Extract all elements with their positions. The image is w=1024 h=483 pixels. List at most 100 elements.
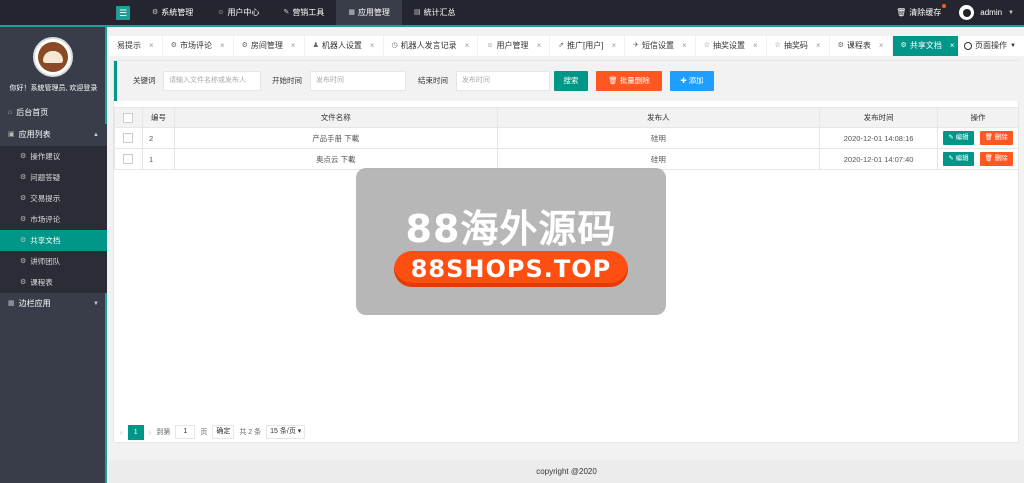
pencil-icon: ✎: [948, 155, 956, 162]
page-operations-menu[interactable]: 页面操作 ▼: [958, 36, 1016, 56]
sidebar-item-app-list[interactable]: ▣ 应用列表 ▲: [0, 124, 107, 146]
row-checkbox[interactable]: [123, 133, 134, 143]
start-time-input[interactable]: 发布时间: [310, 71, 406, 91]
nav-apps[interactable]: ▦ 应用管理: [336, 0, 402, 25]
tab-lottery-codes[interactable]: ☆ 抽奖码 ×: [767, 36, 830, 56]
close-icon[interactable]: ×: [950, 36, 955, 56]
current-page[interactable]: 1: [127, 424, 144, 440]
tab-rooms[interactable]: ⚙ 房间管理 ×: [234, 36, 305, 56]
close-icon[interactable]: ×: [536, 36, 541, 56]
tab-robot-settings[interactable]: ♟ 机器人设置 ×: [305, 36, 384, 56]
add-button[interactable]: ✚ 添加: [670, 71, 714, 91]
plus-icon: ✚: [680, 76, 689, 85]
trash-icon: 🗑: [896, 8, 907, 17]
clear-cache-button[interactable]: 🗑 清除缓存: [896, 4, 947, 18]
tab-label: 推广[用户]: [567, 41, 604, 50]
side-menu: ⌂ 后台首页 ▣ 应用列表 ▲ ⚙ 操作建议 ⚙ 问题答疑 ⚙ 交易提示 ⚙ 市场评论 ⚙ 共享…: [0, 102, 107, 315]
close-icon[interactable]: ×: [220, 36, 225, 56]
close-icon[interactable]: ×: [753, 36, 758, 56]
start-time-label: 开始时间: [272, 76, 302, 85]
close-icon[interactable]: ×: [611, 36, 616, 56]
delete-button[interactable]: 🗑 删除: [979, 152, 1013, 166]
tab-robot-log[interactable]: ◷ 机器人发言记录 ×: [384, 36, 479, 56]
tab-lottery-settings[interactable]: ☆ 抽奖设置 ×: [696, 36, 767, 56]
close-icon[interactable]: ×: [465, 36, 470, 56]
prev-page-icon[interactable]: ‹: [120, 428, 123, 437]
keyword-input[interactable]: 请输入文件名称或发布人: [163, 71, 261, 91]
tab-sms[interactable]: ✈ 短信设置 ×: [625, 36, 696, 56]
nav-label: 用户中心: [227, 8, 260, 17]
page-ops-label: 页面操作: [975, 41, 1008, 50]
keyword-label: 关键词: [133, 76, 156, 85]
close-icon[interactable]: ×: [291, 36, 296, 56]
cell-name[interactable]: 产品手册 下載: [173, 127, 498, 149]
tab-promotion[interactable]: ⇗ 推广[用户] ×: [550, 36, 626, 56]
nav-system[interactable]: ⚙ 系統管理: [140, 0, 205, 25]
close-icon[interactable]: ×: [682, 36, 687, 56]
cell-publisher: 硅明: [496, 127, 821, 149]
col-name: 文件名称: [173, 107, 498, 128]
cell-publisher: 硅明: [496, 148, 821, 170]
batch-delete-button[interactable]: 🗑 批量删除: [596, 71, 662, 91]
tab-market-comments[interactable]: ⚙ 市场评论 ×: [163, 36, 234, 56]
select-all-checkbox[interactable]: [123, 112, 134, 123]
gear-icon: ⚙: [20, 258, 27, 265]
gear-icon: ⚙: [900, 42, 907, 49]
close-icon[interactable]: ×: [879, 36, 884, 56]
sidebar-item-lecturers[interactable]: ⚙ 讲师团队: [0, 251, 107, 272]
sidebar-item-market-comments[interactable]: ⚙ 市场评论: [0, 209, 107, 230]
edit-button[interactable]: ✎ 编辑: [943, 131, 974, 145]
sidebar-item-edge-apps[interactable]: ▦ 边栏应用 ▼: [0, 293, 107, 315]
page-size-select[interactable]: 15 条/页 ▾: [266, 425, 306, 439]
sidebar-item-label: 边栏应用: [18, 299, 51, 308]
gear-icon: ⚙: [20, 279, 27, 286]
sidebar-item-shared-docs[interactable]: ⚙ 共享文档: [0, 230, 107, 251]
gear-icon: ⚙: [20, 153, 27, 160]
menu-toggle-icon[interactable]: ☰: [116, 6, 130, 20]
user-icon: ☺: [486, 42, 494, 49]
sidebar-item-qa[interactable]: ⚙ 问题答疑: [0, 167, 107, 188]
sidebar-item-label: 后台首页: [16, 108, 49, 117]
watermark-overlay: 88海外源码 88SHOPS.TOP: [356, 168, 666, 315]
user-menu[interactable]: admin ▼: [959, 5, 1014, 20]
close-icon[interactable]: ×: [816, 36, 821, 56]
sidebar-item-home[interactable]: ⌂ 后台首页: [0, 102, 107, 124]
search-button[interactable]: 搜索: [554, 71, 588, 91]
tab-users[interactable]: ☺ 用户管理 ×: [478, 36, 551, 56]
goto-confirm-button[interactable]: 确定: [212, 425, 235, 439]
sidebar: 你好！系統管理员, 欢迎登录 ⌂ 后台首页 ▣ 应用列表 ▲ ⚙ 操作建议 ⚙ 问题答疑 …: [0, 27, 107, 483]
edit-button[interactable]: ✎ 编辑: [943, 152, 974, 166]
table-row: 1 奥点云 下載 硅明 2020-12-01 14:07:40 ✎ 编辑 🗑 删…: [114, 148, 1019, 170]
tab-trade-tips[interactable]: 易提示 ×: [109, 36, 163, 56]
edit-label: 编辑: [955, 155, 969, 162]
row-checkbox[interactable]: [123, 154, 134, 164]
sidebar-item-label: 课程表: [30, 278, 53, 287]
close-icon[interactable]: ×: [370, 36, 375, 56]
cell-name[interactable]: 奥点云 下載: [173, 148, 498, 170]
end-time-input[interactable]: 发布时间: [456, 71, 550, 91]
sidebar-item-schedule[interactable]: ⚙ 课程表: [0, 272, 107, 293]
clear-cache-label: 清除缓存: [909, 8, 942, 17]
close-icon[interactable]: ×: [149, 36, 154, 56]
add-label: 添加: [688, 76, 704, 85]
chevron-down-icon: ▼: [1010, 43, 1016, 49]
nav-stats[interactable]: ▤ 統计汇总: [402, 0, 468, 25]
delete-button[interactable]: 🗑 删除: [979, 131, 1013, 145]
delete-label: 删除: [994, 134, 1008, 141]
sidebar-item-trade-tips[interactable]: ⚙ 交易提示: [0, 188, 107, 209]
sidebar-item-advice[interactable]: ⚙ 操作建议: [0, 146, 107, 167]
table-row: 2 产品手册 下載 硅明 2020-12-01 14:08:16 ✎ 编辑 🗑 …: [114, 127, 1019, 149]
search-bar: 关键词 请输入文件名称或发布人 开始时间 发布时间 结束时间 发布时间 搜索 🗑…: [114, 61, 1019, 101]
next-page-icon[interactable]: ›: [149, 428, 152, 437]
nav-user-center[interactable]: ☺ 用户中心: [205, 0, 271, 25]
tab-shared-docs[interactable]: ⚙ 共享文档 ×: [892, 36, 964, 56]
nav-marketing[interactable]: ✎ 营销工具: [271, 0, 336, 25]
col-id: 编号: [141, 107, 175, 128]
tab-schedule[interactable]: ⚙ 课程表 ×: [830, 36, 893, 56]
chevron-down-icon: ▼: [1008, 9, 1014, 16]
goto-page-input[interactable]: 1: [175, 425, 196, 439]
gear-icon: ⚙: [241, 42, 248, 49]
top-bar: ☰ ⚙ 系統管理 ☺ 用户中心 ✎ 营销工具 ▦ 应用管理 ▤ 統计汇总 🗑 清除缓存 a…: [0, 0, 1024, 27]
avatar: [959, 5, 975, 20]
nav-label: 統计汇总: [423, 8, 456, 17]
